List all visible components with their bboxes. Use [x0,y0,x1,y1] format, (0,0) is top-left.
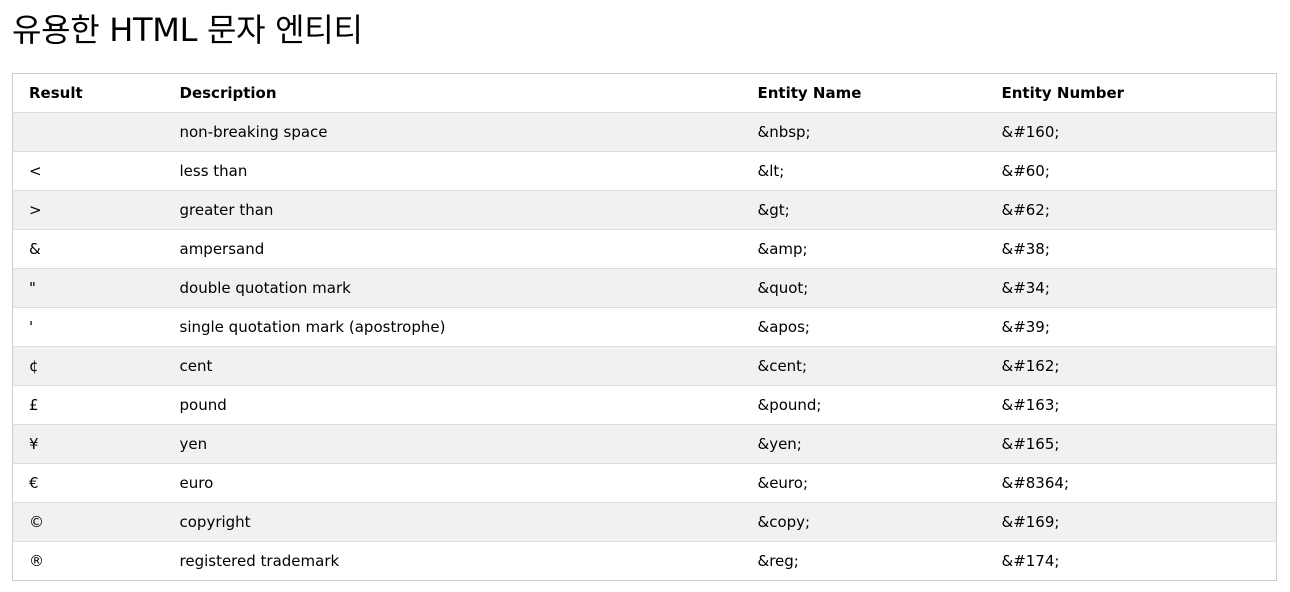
table-row: ¥ yen &yen; &#165; [12,424,1277,464]
cell-result: € [12,463,164,503]
cell-result: > [12,190,164,230]
cell-entity-number: &#165; [985,424,1277,464]
cell-description: double quotation mark [163,268,742,308]
cell-entity-number: &#38; [985,229,1277,269]
cell-description: less than [163,151,742,191]
header-description: Description [163,73,742,113]
table-row: < less than &lt; &#60; [12,151,1277,191]
cell-entity-name: &nbsp; [741,112,986,152]
cell-description: pound [163,385,742,425]
page-title: 유용한 HTML 문자 엔티티 [12,11,363,49]
cell-description: yen [163,424,742,464]
table-row: © copyright &copy; &#169; [12,502,1277,542]
entity-table: Result Description Entity Name Entity Nu… [12,73,1277,581]
table-row: > greater than &gt; &#62; [12,190,1277,230]
cell-entity-number: &#174; [985,541,1277,581]
cell-entity-name: &pound; [741,385,986,425]
cell-result: ¢ [12,346,164,386]
cell-result: £ [12,385,164,425]
table-header-row: Result Description Entity Name Entity Nu… [12,73,1277,113]
cell-result: " [12,268,164,308]
cell-entity-number: &#169; [985,502,1277,542]
cell-entity-number: &#160; [985,112,1277,152]
cell-result: & [12,229,164,269]
cell-result: < [12,151,164,191]
cell-entity-name: &euro; [741,463,986,503]
cell-description: copyright [163,502,742,542]
table-row: & ampersand &amp; &#38; [12,229,1277,269]
cell-entity-name: &gt; [741,190,986,230]
cell-entity-name: &quot; [741,268,986,308]
cell-entity-number: &#62; [985,190,1277,230]
table-row: ' single quotation mark (apostrophe) &ap… [12,307,1277,347]
cell-description: single quotation mark (apostrophe) [163,307,742,347]
table-row: ® registered trademark &reg; &#174; [12,541,1277,581]
cell-description: ampersand [163,229,742,269]
cell-entity-name: &copy; [741,502,986,542]
table-row: € euro &euro; &#8364; [12,463,1277,503]
cell-entity-name: &apos; [741,307,986,347]
cell-entity-number: &#60; [985,151,1277,191]
cell-result [12,112,164,152]
cell-result: ® [12,541,164,581]
cell-entity-number: &#8364; [985,463,1277,503]
cell-description: non-breaking space [163,112,742,152]
table-row: " double quotation mark &quot; &#34; [12,268,1277,308]
table-row: non-breaking space &nbsp; &#160; [12,112,1277,152]
header-entity-name: Entity Name [741,73,986,113]
cell-entity-name: &lt; [741,151,986,191]
cell-entity-name: &amp; [741,229,986,269]
cell-description: greater than [163,190,742,230]
cell-description: registered trademark [163,541,742,581]
page: 유용한 HTML 문자 엔티티 Result Description Entit… [0,0,1290,592]
table-row: ¢ cent &cent; &#162; [12,346,1277,386]
cell-entity-name: &yen; [741,424,986,464]
cell-result: ' [12,307,164,347]
cell-entity-number: &#163; [985,385,1277,425]
cell-entity-name: &cent; [741,346,986,386]
cell-result: ¥ [12,424,164,464]
cell-entity-number: &#39; [985,307,1277,347]
cell-entity-number: &#34; [985,268,1277,308]
header-entity-number: Entity Number [985,73,1277,113]
cell-entity-number: &#162; [985,346,1277,386]
cell-description: cent [163,346,742,386]
table-row: £ pound &pound; &#163; [12,385,1277,425]
cell-entity-name: &reg; [741,541,986,581]
header-result: Result [12,73,164,113]
cell-result: © [12,502,164,542]
cell-description: euro [163,463,742,503]
